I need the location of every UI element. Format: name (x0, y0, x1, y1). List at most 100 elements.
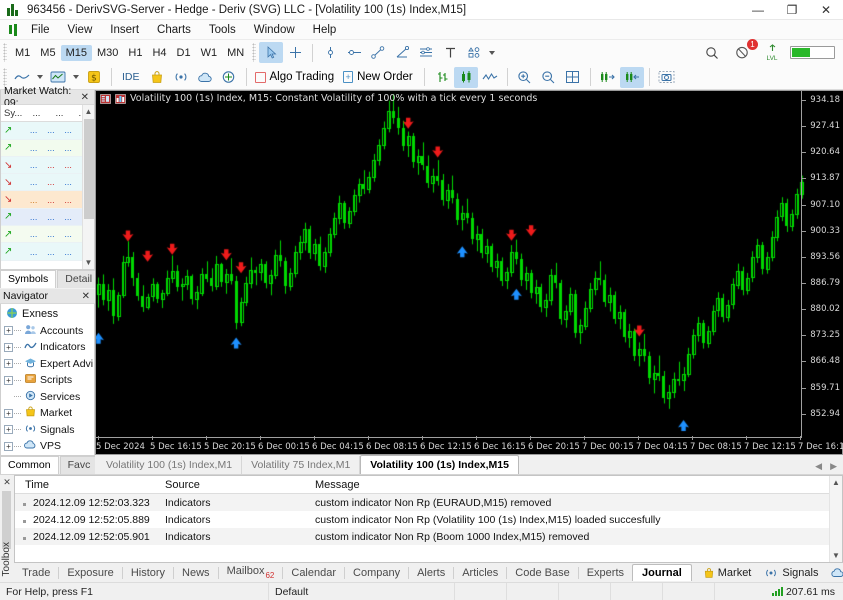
timeframe-mn[interactable]: MN (222, 45, 249, 61)
timeframe-h1[interactable]: H1 (123, 45, 147, 61)
expand-icon[interactable]: + (4, 408, 13, 418)
zoom-in-icon[interactable] (513, 67, 537, 88)
shift-end-icon[interactable] (596, 67, 620, 88)
navigator-root-exness[interactable]: Exness (1, 306, 94, 323)
expand-icon[interactable]: + (4, 375, 13, 385)
navigator-item-vps[interactable]: + VPS (1, 438, 94, 455)
navigator-item-scripts[interactable]: + Scripts (1, 372, 94, 389)
vps-cloud-icon[interactable] (193, 67, 217, 88)
toolbox-right-tab-signals[interactable]: Signals (758, 565, 823, 581)
toolbar-grip[interactable] (3, 43, 7, 62)
horizontal-line-icon[interactable] (342, 42, 366, 63)
market-watch-scroll-thumb[interactable] (84, 119, 94, 219)
time-axis[interactable]: 5 Dec 2024 5 Dec 16:15 5 Dec 20:15 6 Dec 00… (96, 436, 843, 454)
chart-tabs-scroll-controls[interactable]: ◀ ▶ (809, 461, 843, 474)
timeframe-w1[interactable]: W1 (196, 45, 223, 61)
navigator-item-services[interactable]: Services (1, 389, 94, 406)
chart-tab[interactable]: Volatility 100 (1s) Index,M15 (360, 455, 519, 474)
expand-icon[interactable]: + (4, 425, 13, 435)
tab-detail[interactable]: Detail (57, 270, 101, 288)
tester-icon[interactable] (217, 67, 241, 88)
menu-item-charts[interactable]: Charts (148, 22, 200, 38)
notifications-icon[interactable]: 1 (730, 39, 758, 63)
algo-trading-button[interactable]: Algo Trading (252, 69, 341, 85)
journal-rows[interactable]: 2024.12.09 12:52:03.323 Indicators custom … (15, 494, 842, 545)
drawing-toolbar-grip[interactable] (252, 43, 257, 62)
toolbox-tab-history[interactable]: History (123, 565, 173, 581)
toolbox-tab-journal[interactable]: Journal (632, 564, 692, 581)
expand-icon[interactable]: + (4, 326, 13, 336)
menu-item-help[interactable]: Help (304, 22, 346, 38)
chart-tabs-prev-icon[interactable]: ◀ (815, 461, 822, 472)
screenshot-icon[interactable] (655, 67, 679, 88)
toolbox-tab-news[interactable]: News (174, 565, 218, 581)
toolbox-close-icon[interactable]: ✕ (0, 475, 14, 488)
candlestick-canvas[interactable] (96, 91, 843, 443)
journal-col-message[interactable]: Message (315, 479, 842, 491)
toolbox-tab-exposure[interactable]: Exposure (59, 565, 121, 581)
auto-scroll-icon[interactable] (619, 66, 644, 88)
journal-table[interactable]: Time Source Message 2024.12.09 12:52:03.… (14, 475, 843, 563)
timeframe-h4[interactable]: H4 (147, 45, 171, 61)
toolbox-tab-experts[interactable]: Experts (579, 565, 632, 581)
chart-type-dropdown-caret-icon[interactable] (37, 75, 43, 79)
shapes-dropdown-caret-icon[interactable] (489, 50, 496, 55)
bar-chart-icon[interactable] (430, 67, 454, 88)
journal-col-source[interactable]: Source (165, 479, 315, 491)
journal-col-time[interactable]: Time (15, 479, 165, 491)
timeframe-m30[interactable]: M30 (92, 45, 123, 61)
journal-row[interactable]: 2024.12.09 12:52:03.323 Indicators custom … (15, 494, 842, 511)
market-watch-row[interactable]: ↘............ (1, 174, 94, 192)
line-chart-mode-icon[interactable] (478, 67, 502, 88)
main-toolbar-grip[interactable] (3, 67, 7, 87)
market-watch-row[interactable]: ↗............ (1, 122, 94, 140)
candlestick-icon[interactable] (453, 66, 478, 88)
expand-icon[interactable]: + (4, 441, 13, 451)
chart-tab[interactable]: Volatility 75 Index,M1 (242, 456, 361, 474)
text-icon[interactable] (438, 42, 462, 63)
tab-favorites[interactable]: Favc (59, 456, 99, 474)
vertical-line-icon[interactable] (318, 42, 342, 63)
new-order-button[interactable]: + New Order (340, 69, 419, 85)
journal-scroll-up-icon[interactable]: ▲ (830, 478, 842, 487)
market-watch-row[interactable]: ↘............ (1, 156, 94, 175)
navigator-item-accounts[interactable]: + Accounts (1, 323, 94, 340)
market-watch-rows[interactable]: ↗............ ↗............ ↘............↘… (1, 122, 94, 261)
timeframe-d1[interactable]: D1 (172, 45, 196, 61)
toolbox-tab-articles[interactable]: Articles (454, 565, 506, 581)
timeframe-m15[interactable]: M15 (60, 44, 92, 61)
currency-icon[interactable]: $ (82, 67, 106, 88)
minimize-button[interactable]: — (741, 0, 775, 20)
cursor-icon[interactable] (259, 42, 284, 63)
close-button[interactable]: ✕ (809, 0, 843, 20)
navigator-item-signals[interactable]: + Signals (1, 422, 94, 439)
chart-tab[interactable]: Volatility 100 (1s) Index,M1 (97, 456, 243, 474)
toolbox-right-tab-vps[interactable]: VPS (825, 565, 843, 581)
chart-tabs-next-icon[interactable]: ▶ (830, 461, 837, 472)
tab-symbols[interactable]: Symbols (0, 270, 57, 288)
trend-by-angle-icon[interactable] (390, 42, 414, 63)
trendline-icon[interactable] (366, 42, 390, 63)
status-profile[interactable]: Default (268, 582, 454, 600)
fibonacci-icon[interactable] (414, 42, 438, 63)
navigator-tree[interactable]: Exness + Accounts + Indicators + Expert Advi +… (0, 304, 95, 456)
ide-button[interactable]: IDE (117, 69, 145, 85)
menu-item-window[interactable]: Window (245, 22, 304, 38)
menu-item-view[interactable]: View (59, 22, 102, 38)
toolbox-tab-alerts[interactable]: Alerts (409, 565, 453, 581)
timeframe-m5[interactable]: M5 (35, 45, 60, 61)
toolbox-tab-mailbox[interactable]: Mailbox62 (219, 563, 283, 581)
price-axis[interactable]: 934.18 927.41 920.64 913.87 907.10 900.33 893.… (802, 91, 842, 436)
tile-windows-icon[interactable] (561, 67, 585, 88)
navigator-item-market[interactable]: + Market (1, 405, 94, 422)
chart-properties-icon[interactable] (100, 93, 111, 104)
journal-scroll-down-icon[interactable]: ▼ (830, 551, 842, 560)
journal-scrollbar[interactable]: ▲ ▼ (829, 476, 842, 562)
market-watch-row[interactable]: ↗............ (1, 226, 94, 244)
toolbox-scroll-thumb[interactable] (2, 491, 11, 549)
chart-indicator-icon[interactable] (115, 93, 126, 104)
toolbox-tab-trade[interactable]: Trade (14, 565, 58, 581)
market-watch-scrollbar[interactable]: ▲ ▼ (82, 105, 94, 269)
expand-icon[interactable]: + (4, 359, 13, 369)
navigator-close-icon[interactable]: ✕ (80, 291, 92, 302)
